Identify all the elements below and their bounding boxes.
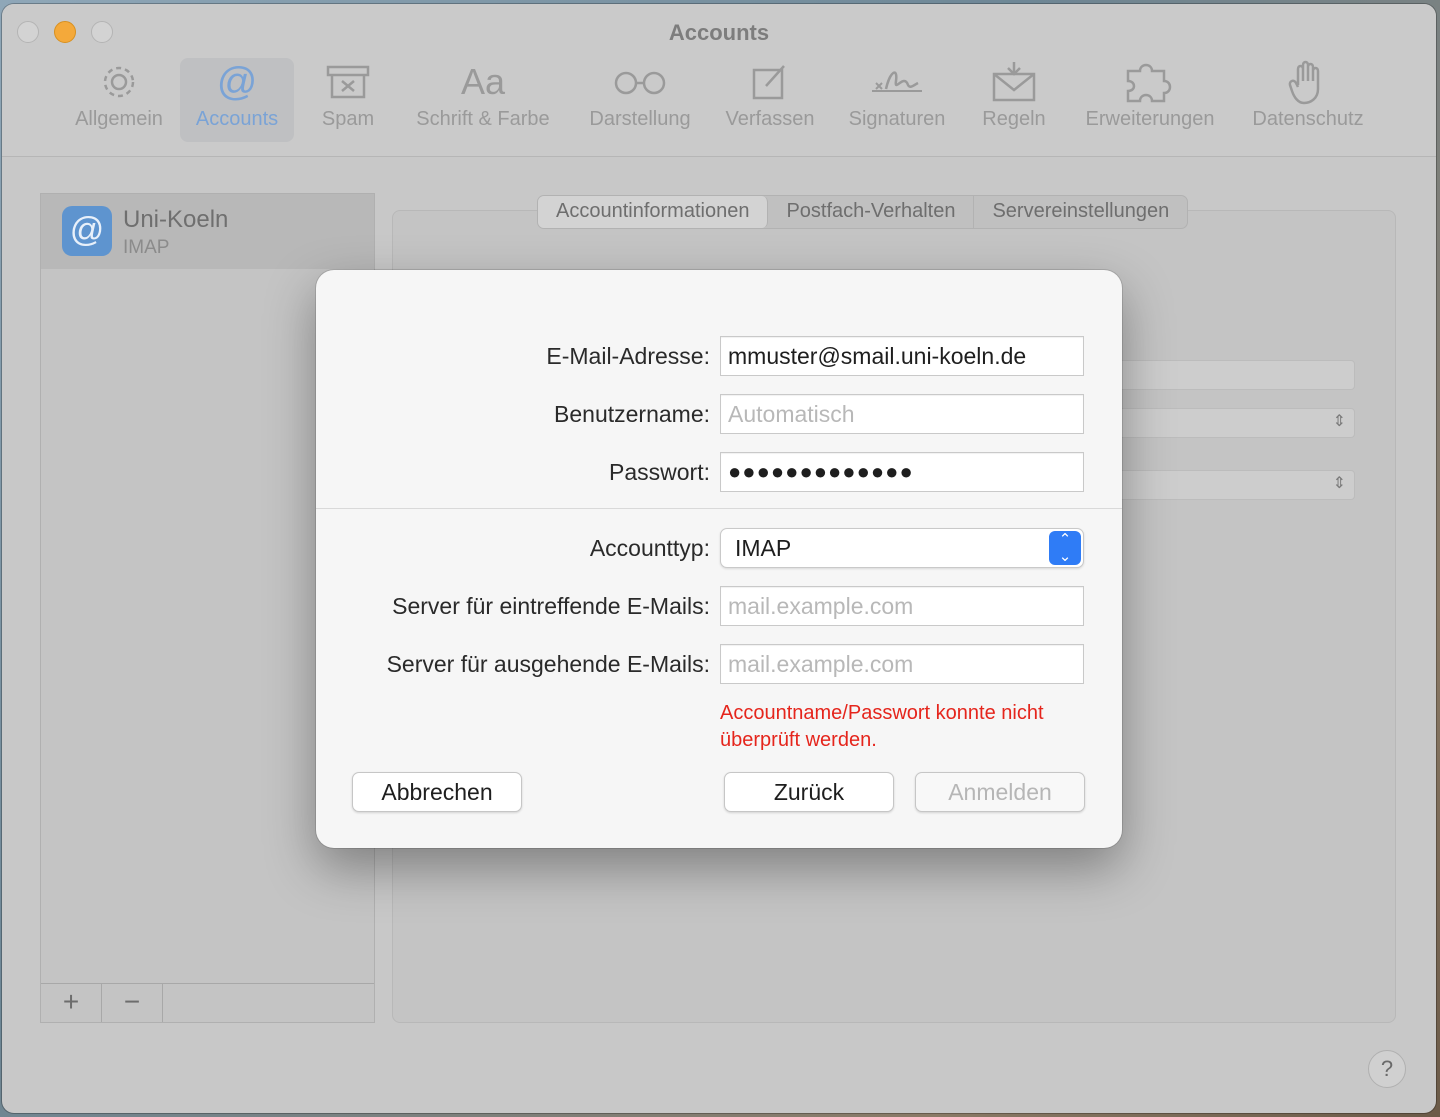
at-icon: @	[62, 206, 112, 256]
account-type-value: IMAP	[735, 535, 792, 561]
incoming-server-field[interactable]: mail.example.com	[720, 586, 1084, 626]
chevron-updown-icon: ⇕	[1332, 413, 1346, 430]
toolbar-label: Allgemein	[75, 108, 163, 130]
at-icon: @	[216, 59, 258, 104]
compose-icon	[750, 58, 790, 106]
add-account-button[interactable]: +	[41, 984, 102, 1022]
toolbar-label: Accounts	[195, 108, 279, 130]
email-label: E-Mail-Adresse:	[546, 343, 710, 369]
account-tabs: Accountinformationen Postfach-Verhalten …	[537, 195, 1189, 229]
email-row: E-Mail-Adresse: mmuster@smail.uni-koeln.…	[316, 336, 1122, 376]
background-field	[1117, 360, 1355, 390]
add-account-dialog: E-Mail-Adresse: mmuster@smail.uni-koeln.…	[316, 270, 1122, 848]
outgoing-server-row: Server für ausgehende E-Mails: mail.exam…	[316, 644, 1122, 684]
toolbar-label: Signaturen	[848, 108, 946, 130]
tab-postfach-verhalten[interactable]: Postfach-Verhalten	[768, 196, 975, 228]
password-row: Passwort: ●●●●●●●●●●●●●	[316, 452, 1122, 492]
window-title: Accounts	[668, 20, 770, 45]
back-button[interactable]: Zurück	[724, 772, 894, 812]
font-icon: Aa	[460, 61, 506, 102]
toolbar-label: Schrift & Farbe	[416, 108, 550, 130]
hand-icon	[1288, 58, 1328, 106]
account-type-row: Accounttyp: IMAP ⌃ ⌄	[316, 528, 1122, 568]
toolbar-item-darstellung[interactable]: Darstellung	[582, 58, 698, 142]
chevron-updown-icon: ⇕	[1332, 475, 1346, 492]
sign-in-button[interactable]: Anmelden	[915, 772, 1085, 812]
toolbar-item-datenschutz[interactable]: Datenschutz	[1244, 58, 1372, 142]
title-bar: Accounts Allgemein @ Accounts Spam Aa Sc…	[2, 4, 1436, 157]
password-label: Passwort:	[609, 459, 710, 485]
toolbar-label: Spam	[321, 108, 375, 130]
username-row: Benutzername: Automatisch	[316, 394, 1122, 434]
account-name: Uni-Koeln	[123, 206, 229, 233]
preferences-toolbar: Allgemein @ Accounts Spam Aa Schrift & F…	[2, 58, 1436, 142]
account-type: IMAP	[123, 237, 170, 258]
toolbar-item-regeln[interactable]: Regeln	[974, 58, 1054, 142]
toolbar-item-signaturen[interactable]: Signaturen	[842, 58, 952, 142]
cancel-button[interactable]: Abbrechen	[352, 772, 522, 812]
toolbar-item-spam[interactable]: Spam	[308, 58, 388, 142]
toolbar-label: Verfassen	[725, 108, 815, 130]
junk-icon	[325, 58, 371, 106]
username-label: Benutzername:	[554, 401, 710, 427]
toolbar-label: Regeln	[982, 108, 1046, 130]
toolbar-item-verfassen[interactable]: Verfassen	[718, 58, 822, 142]
outgoing-server-field[interactable]: mail.example.com	[720, 644, 1084, 684]
account-type-select[interactable]: IMAP ⌃ ⌄	[720, 528, 1084, 568]
divider	[316, 508, 1122, 509]
toolbar-label: Darstellung	[589, 108, 691, 130]
toolbar-item-erweiterungen[interactable]: Erweiterungen	[1076, 58, 1224, 142]
toolbar-label: Datenschutz	[1252, 108, 1364, 130]
outgoing-server-label: Server für ausgehende E-Mails:	[386, 651, 710, 677]
toolbar-item-accounts[interactable]: @ Accounts	[180, 58, 294, 142]
glasses-icon	[612, 58, 668, 106]
password-field[interactable]: ●●●●●●●●●●●●●	[720, 452, 1084, 492]
puzzle-icon	[1122, 58, 1178, 106]
chevron-updown-icon: ⌃ ⌄	[1049, 531, 1081, 565]
rules-icon	[991, 58, 1037, 106]
error-message: Accountname/Passwort konnte nicht überpr…	[720, 702, 1044, 751]
email-field[interactable]: mmuster@smail.uni-koeln.de	[720, 336, 1084, 376]
tab-servereinstellungen[interactable]: Servereinstellungen	[974, 196, 1187, 228]
username-field[interactable]: Automatisch	[720, 394, 1084, 434]
background-select: ⇕	[1117, 408, 1355, 438]
background-select: ⇕	[1117, 470, 1355, 500]
gear-icon	[99, 58, 139, 106]
help-button[interactable]: ?	[1368, 1050, 1406, 1088]
incoming-server-label: Server für eintreffende E-Mails:	[392, 593, 710, 619]
toolbar-item-schrift-farbe[interactable]: Aa Schrift & Farbe	[408, 58, 558, 142]
toolbar-label: Erweiterungen	[1085, 108, 1215, 130]
tab-accountinformationen[interactable]: Accountinformationen	[538, 196, 769, 228]
remove-account-button[interactable]: −	[102, 984, 163, 1022]
account-type-label: Accounttyp:	[589, 535, 710, 561]
incoming-server-row: Server für eintreffende E-Mails: mail.ex…	[316, 586, 1122, 626]
sidebar-footer: + −	[41, 983, 374, 1022]
account-list-item[interactable]: @ Uni-Koeln IMAP	[41, 194, 374, 269]
toolbar-item-allgemein[interactable]: Allgemein	[66, 58, 172, 142]
signature-icon	[868, 58, 926, 106]
